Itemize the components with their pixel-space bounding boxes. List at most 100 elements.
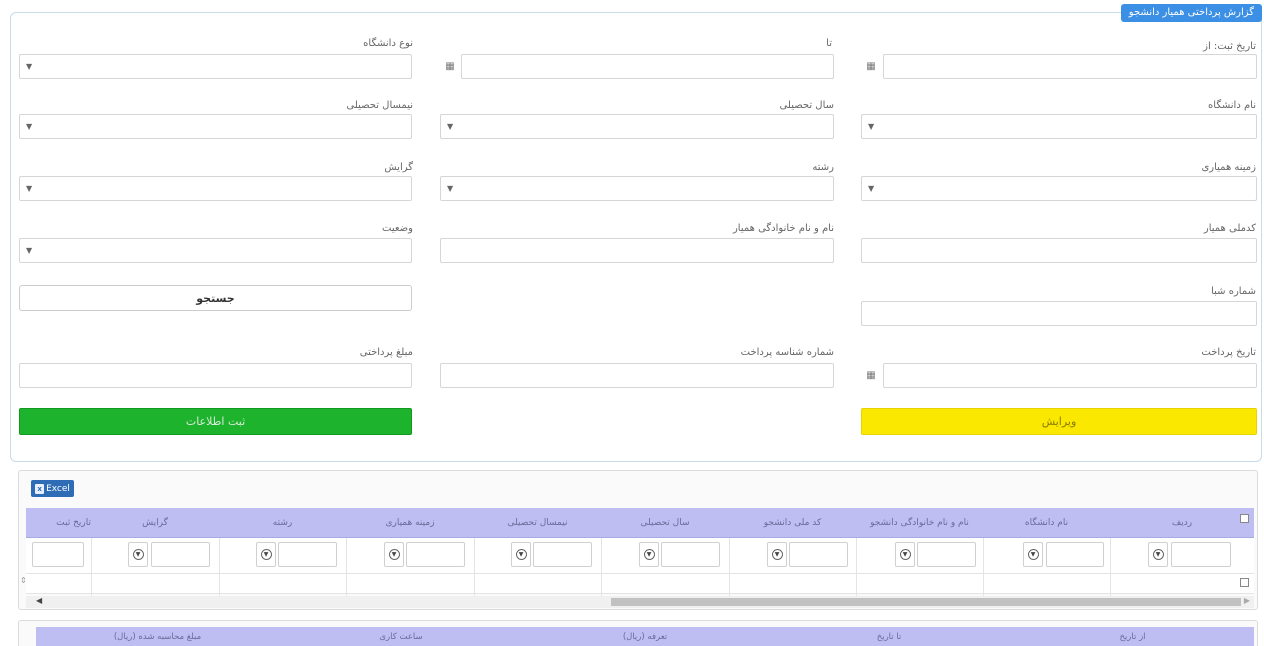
column-divider [219,538,220,598]
filter-input[interactable] [1171,542,1231,567]
filter-input[interactable] [789,542,848,567]
status-select[interactable]: ▼ [19,238,412,263]
filter-icon[interactable]: ▼ [1023,542,1043,567]
status-label: وضعیت [382,223,413,234]
chevron-down-icon: ▼ [26,184,33,193]
column-header[interactable]: نام دانشگاه [983,508,1110,538]
second-grid-header: از تاریخ تا تاریخ تعرفه (ریال) ساعت کاری… [36,627,1254,646]
filter-input[interactable] [917,542,976,567]
filter-input[interactable] [151,542,210,567]
payment-date-input[interactable] [883,363,1257,388]
column-header[interactable]: از تاریخ [1011,627,1254,646]
university-type-label: نوع دانشگاه [363,38,413,49]
column-header[interactable]: تا تاریخ [767,627,1011,646]
filter-icon[interactable]: ▼ [256,542,276,567]
filter-input[interactable] [533,542,592,567]
column-header[interactable]: گرایش [91,508,219,538]
chevron-down-icon: ▼ [868,122,875,131]
column-header[interactable]: رشته [219,508,346,538]
payment-amount-label: مبلغ پرداختی [359,347,413,358]
search-panel [10,12,1262,462]
chevron-down-icon: ▼ [868,184,875,193]
calendar-icon[interactable]: ▦ [440,54,460,79]
assistant-national-code-label: کدملی همیار [1203,223,1256,234]
filter-icon[interactable]: ▼ [511,542,531,567]
scroll-right-icon[interactable]: ▶ [1244,596,1250,605]
column-divider [474,538,475,598]
search-button[interactable]: جستجو [19,285,412,311]
excel-label: Excel [46,483,70,494]
table-row[interactable] [26,574,1254,594]
column-header[interactable]: مبلغ محاسبه شده (ریال) [36,627,279,646]
submit-button[interactable]: ثبت اطلاعات [19,408,412,435]
column-header[interactable]: سال تحصیلی [601,508,729,538]
scroll-left-icon[interactable]: ◀ [36,596,42,605]
column-header[interactable]: نام و نام خانوادگی دانشجو [856,508,983,538]
registration-date-from-label: تاریخ ثبت: از [1203,41,1256,52]
panel-title: گزارش پرداختی همیار دانشجو [1120,4,1262,22]
column-divider [346,538,347,598]
column-divider [856,538,857,598]
vertical-scroll-arrows-icon[interactable]: ⇕ [20,576,27,585]
edit-button[interactable]: ویرایش [861,408,1257,435]
scrollbar-thumb[interactable] [611,598,1241,606]
row-checkbox[interactable] [1240,578,1249,587]
semester-select[interactable]: ▼ [19,114,412,139]
report-page: گزارش پرداختی همیار دانشجو تاریخ ثبت: از… [0,0,1264,646]
assistant-full-name-input[interactable] [440,238,834,263]
to-date-label: تا [826,38,832,49]
column-header[interactable]: زمینه همیاری [346,508,474,538]
chevron-down-icon: ▼ [447,184,454,193]
registration-date-from-input[interactable] [883,54,1257,79]
column-header[interactable]: تاریخ ثبت [26,508,91,538]
horizontal-scrollbar[interactable]: ◀ ▶ [26,596,1254,608]
column-header[interactable]: تعرفه (ریال) [523,627,767,646]
filter-input[interactable] [661,542,720,567]
assistant-full-name-label: نام و نام خانوادگی همیار [732,223,834,234]
column-header[interactable]: نیمسال تحصیلی [474,508,601,538]
select-all-checkbox[interactable] [1240,514,1249,523]
filter-icon[interactable]: ▼ [384,542,404,567]
column-divider [729,538,730,598]
university-type-select[interactable]: ▼ [19,54,412,79]
academic-year-select[interactable]: ▼ [440,114,834,139]
column-divider [91,538,92,598]
column-header[interactable]: ساعت کاری [279,627,523,646]
cooperation-field-select[interactable]: ▼ [861,176,1257,201]
university-name-select[interactable]: ▼ [861,114,1257,139]
filter-icon[interactable]: ▼ [895,542,915,567]
sheba-number-input[interactable] [861,301,1257,326]
assistant-national-code-input[interactable] [861,238,1257,263]
chevron-down-icon: ▼ [26,62,33,71]
filter-input[interactable] [32,542,84,567]
filter-input[interactable] [406,542,465,567]
chevron-down-icon: ▼ [447,122,454,131]
payment-amount-input[interactable] [19,363,412,388]
filter-row: ▼ ▼ ▼ ▼ ▼ ▼ ▼ ▼ ▼ [26,538,1254,574]
chevron-down-icon: ▼ [26,122,33,131]
orientation-label: گرایش [384,162,413,173]
orientation-select[interactable]: ▼ [19,176,412,201]
excel-icon: x [35,483,45,494]
excel-export-button[interactable]: x Excel [31,480,74,497]
filter-icon[interactable]: ▼ [128,542,148,567]
chevron-down-icon: ▼ [26,246,33,255]
major-label: رشته [812,162,834,173]
payment-id-input[interactable] [440,363,834,388]
column-divider [601,538,602,598]
column-header[interactable]: ردیف [1110,508,1254,538]
calendar-icon[interactable]: ▦ [861,54,881,79]
filter-input[interactable] [1046,542,1104,567]
semester-label: نیمسال تحصیلی [346,100,413,111]
column-header[interactable]: کد ملی دانشجو [729,508,856,538]
major-select[interactable]: ▼ [440,176,834,201]
filter-input[interactable] [278,542,337,567]
to-date-input[interactable] [461,54,834,79]
payment-date-label: تاریخ پرداخت [1201,347,1256,358]
grid-header: ردیف نام دانشگاه نام و نام خانوادگی دانش… [26,508,1254,538]
filter-icon[interactable]: ▼ [639,542,659,567]
calendar-icon[interactable]: ▦ [861,363,881,388]
filter-icon[interactable]: ▼ [767,542,787,567]
filter-icon[interactable]: ▼ [1148,542,1168,567]
sheba-number-label: شماره شبا [1211,286,1256,297]
